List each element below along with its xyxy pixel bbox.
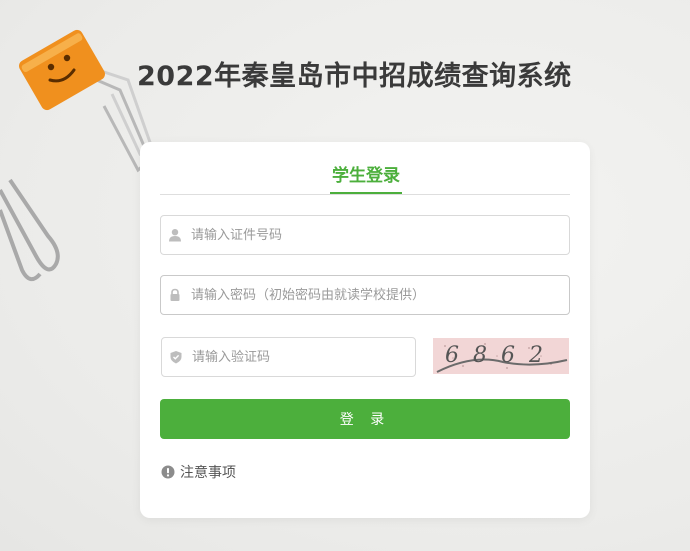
binder-clip-icon bbox=[19, 29, 154, 173]
captcha-input[interactable] bbox=[192, 338, 407, 376]
lock-icon bbox=[170, 288, 180, 301]
id-number-input[interactable] bbox=[191, 216, 561, 254]
login-tab-bar: 学生登录 bbox=[160, 142, 570, 195]
paper-clip-wire-icon bbox=[0, 178, 60, 282]
user-icon bbox=[169, 229, 181, 242]
notice-label: 注意事项 bbox=[180, 465, 236, 481]
login-button[interactable]: 登 录 bbox=[160, 399, 570, 439]
page-title: 2022年秦皇岛市中招成绩查询系统 bbox=[137, 61, 572, 92]
login-card: 学生登录 6862 登 录 bbox=[140, 142, 590, 518]
tab-student-login[interactable]: 学生登录 bbox=[330, 161, 402, 194]
captcha-field[interactable] bbox=[161, 337, 416, 377]
shield-icon bbox=[170, 351, 182, 364]
password-input[interactable] bbox=[191, 276, 561, 314]
captcha-image[interactable]: 6862 bbox=[433, 338, 569, 374]
exclamation-circle-icon bbox=[161, 465, 175, 479]
captcha-text: 6862 bbox=[445, 343, 557, 368]
id-number-field[interactable] bbox=[160, 215, 570, 255]
notice-link[interactable]: 注意事项 bbox=[161, 462, 236, 482]
password-field[interactable] bbox=[160, 275, 570, 315]
